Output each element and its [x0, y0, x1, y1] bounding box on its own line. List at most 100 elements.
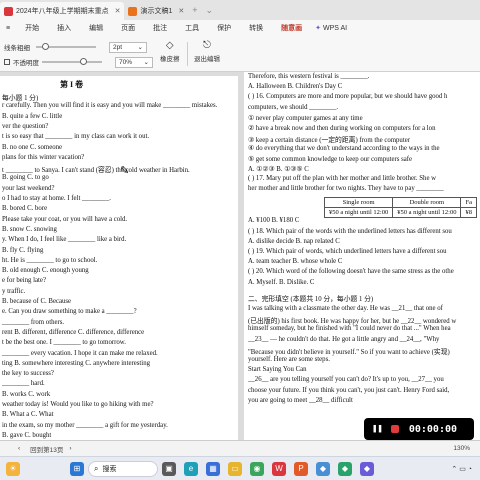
text-line: B. old enough C. enough young	[2, 267, 89, 275]
task-view-icon[interactable]: ▣	[162, 461, 176, 476]
text-line: y. When I do, I feel like ________ like …	[2, 236, 127, 244]
text-line: B. going C. to go	[2, 174, 49, 182]
text-line: B. bored C. bore	[2, 205, 48, 213]
text-line: her mother and little brother for two ni…	[248, 185, 444, 193]
text-line: ( ) 20. Which word of the following does…	[248, 268, 454, 276]
menu-insert[interactable]: 插入	[48, 23, 80, 33]
new-tab-icon[interactable]: +	[192, 5, 197, 15]
page-indicator[interactable]: 回到第13页	[30, 444, 63, 454]
text-line: ( ) 17. Mary put off the plan with her m…	[248, 175, 437, 182]
opacity-row: 不透明度 70% ⌄	[4, 55, 153, 69]
table-cell: ¥50 a night until 12:00	[392, 207, 462, 218]
menu-convert[interactable]: 转换	[240, 23, 272, 33]
menu-tools[interactable]: 工具	[176, 23, 208, 33]
right-page[interactable]: Therefore, this western festival is ____…	[244, 72, 480, 440]
status-bar: ‹ 回到第13页 › 130%	[0, 440, 480, 456]
weather-icon[interactable]: ☀	[6, 461, 20, 476]
checkbox-icon[interactable]	[4, 59, 10, 65]
line-width-label: 线条粗细	[4, 45, 30, 52]
text-line: A. ①②③ B. ①③⑤ C	[248, 165, 309, 173]
text-line: ________ hard.	[2, 380, 45, 388]
text-line: rent B. different, difference C. differe…	[2, 328, 145, 336]
page-next-icon[interactable]: ›	[69, 445, 71, 452]
text-line: ting B. somewhere interesting C. anywher…	[2, 359, 150, 367]
exit-label: 退出编辑	[194, 56, 220, 63]
tab-presentation[interactable]: 演示文稿1 ✕	[124, 2, 188, 20]
pdf-app-icon[interactable]: P	[294, 461, 308, 476]
menu-page[interactable]: 页面	[112, 23, 144, 33]
tab-presentation-label: 演示文稿1	[140, 8, 173, 15]
text-line: e for being late?	[2, 277, 46, 285]
table-header: Fa	[460, 197, 477, 208]
menu-comment[interactable]: 批注	[144, 23, 176, 33]
opacity-value: 70%	[119, 58, 133, 66]
chrome-icon[interactable]: ◉	[250, 461, 264, 476]
text-line: A. ¥100 B. ¥180 C	[248, 217, 300, 225]
text-line: plans for this winter vacation?	[2, 153, 85, 161]
page-prev-icon[interactable]: ‹	[18, 445, 20, 452]
opacity-select[interactable]: 70% ⌄	[115, 56, 153, 68]
table-cell: ¥50 a night until 12:00	[323, 207, 394, 218]
app-icon[interactable]: ◆	[360, 461, 374, 476]
divider	[187, 42, 188, 66]
text-line: e. Can you draw something to make a ____…	[2, 308, 137, 316]
eraser-button[interactable]: ◇ 橡皮擦	[160, 40, 180, 63]
ribbon-menu: ≡ 开始 插入 编辑 页面 批注 工具 保护 转换 随意画 ✦ WPS AI	[0, 20, 480, 36]
line-width-select[interactable]: 2pt ⌄	[109, 41, 147, 53]
text-line: t be the best one. I ________ to go tomo…	[2, 339, 126, 347]
slider-knob[interactable]	[80, 58, 87, 65]
hamburger-menu-icon[interactable]: ≡	[0, 25, 16, 32]
opacity-slider[interactable]	[42, 58, 102, 65]
tab-document[interactable]: 2024年八年级上学期期末重点 ✕	[0, 2, 125, 20]
chevron-down-icon: ⌄	[137, 44, 143, 51]
chevron-down-icon[interactable]: ⌄	[206, 5, 214, 16]
wps-icon[interactable]: W	[272, 461, 286, 476]
start-icon[interactable]: ⊞	[70, 461, 84, 476]
line-width-slider[interactable]	[36, 43, 96, 50]
store-icon[interactable]: ▦	[206, 461, 220, 476]
menu-freehand[interactable]: 随意画	[272, 23, 311, 33]
wps-ai-button[interactable]: ✦ WPS AI	[315, 24, 348, 33]
menu-protect[interactable]: 保护	[208, 23, 240, 33]
text-line: Therefore, this western festival is ____…	[248, 73, 370, 80]
text-line: B. no one C. someone	[2, 143, 63, 151]
left-page[interactable]: 第 I 卷 每小题 1 分) r carefully. Then you will…	[0, 76, 238, 440]
text-line: B. quite a few C. little	[2, 112, 63, 120]
system-tray[interactable]: ⌃ ▭ ◔	[451, 465, 472, 473]
file-explorer-icon[interactable]: ▭	[228, 461, 242, 476]
pause-icon[interactable]: ❚❚	[372, 424, 383, 434]
slider-knob[interactable]	[42, 43, 49, 50]
text-line: yourself. Here are some steps.	[248, 356, 330, 363]
table-cell: ¥8	[460, 207, 477, 218]
text-line: B. gave C. bought	[2, 431, 52, 439]
menu-home[interactable]: 开始	[16, 23, 48, 33]
text-line: weather today is! Would you like to go h…	[2, 401, 154, 408]
edge-icon[interactable]: e	[184, 461, 198, 476]
search-box[interactable]: ⌕ 搜索	[88, 460, 158, 477]
opacity-label: 不透明度	[13, 60, 39, 67]
screen-recorder[interactable]: ❚❚ 00:00:00	[364, 418, 474, 440]
app-icon[interactable]: ◆	[338, 461, 352, 476]
text-line: y traffic.	[2, 287, 26, 295]
text-line: A. Halloween B. Children's Day C	[248, 83, 343, 91]
text-line: ⑤ get some common knowledge to keep our …	[248, 155, 413, 163]
text-line: ht. He is ________ to go to school.	[2, 256, 98, 264]
text-line: o I had to stay at home. I felt ________…	[2, 195, 111, 202]
text-line: __26__ are you telling yourself you can'…	[248, 376, 444, 384]
app-icon[interactable]: ◆	[316, 461, 330, 476]
text-line: you are going to meet __28__ difficult	[248, 396, 353, 404]
zoom-level[interactable]: 130%	[453, 445, 470, 452]
wps-ai-label: WPS AI	[322, 24, 348, 32]
close-tab-icon[interactable]: ✕	[115, 7, 121, 15]
text-line: A. team teacher B. whose whole C	[248, 258, 343, 266]
text-line: the key to success?	[2, 370, 54, 378]
exit-icon: ⎋	[203, 40, 211, 51]
exit-edit-button[interactable]: ⎋ 退出编辑	[194, 40, 220, 63]
text-line: B. What a C. What	[2, 411, 54, 419]
stop-icon[interactable]	[390, 425, 399, 433]
close-tab-icon[interactable]: ✕	[178, 7, 184, 15]
text-line: ( ) 19. Which pair of words, which under…	[248, 248, 447, 255]
menu-edit[interactable]: 编辑	[80, 23, 112, 33]
document-area[interactable]: 第 I 卷 每小题 1 分) r carefully. Then you will…	[0, 72, 480, 440]
text-line: B. fly C. flying	[2, 246, 44, 254]
